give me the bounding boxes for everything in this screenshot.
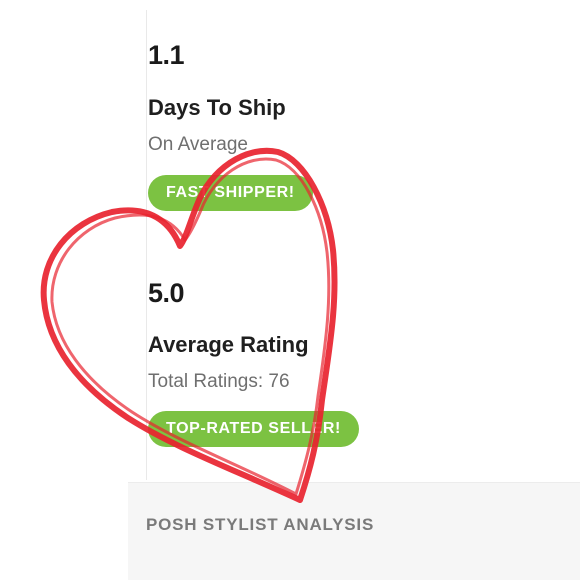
days-to-ship-label: Days To Ship: [148, 95, 286, 120]
posh-stylist-analysis-heading: POSH STYLIST ANALYSIS: [146, 515, 375, 534]
top-rated-seller-badge: TOP-RATED SELLER!: [148, 411, 359, 447]
average-rating-value: 5.0: [148, 278, 185, 308]
screenshot-frame: 1.1 Days To Ship On Average FAST SHIPPER…: [0, 0, 580, 580]
seller-stats-card: [128, 0, 580, 482]
left-gutter: [0, 0, 128, 580]
fast-shipper-badge: FAST SHIPPER!: [148, 175, 313, 211]
average-rating-label: Average Rating: [148, 332, 309, 357]
total-ratings-count: Total Ratings: 76: [148, 371, 290, 392]
days-to-ship-value: 1.1: [148, 40, 185, 70]
card-divider: [146, 10, 147, 480]
days-to-ship-sub: On Average: [148, 134, 249, 155]
